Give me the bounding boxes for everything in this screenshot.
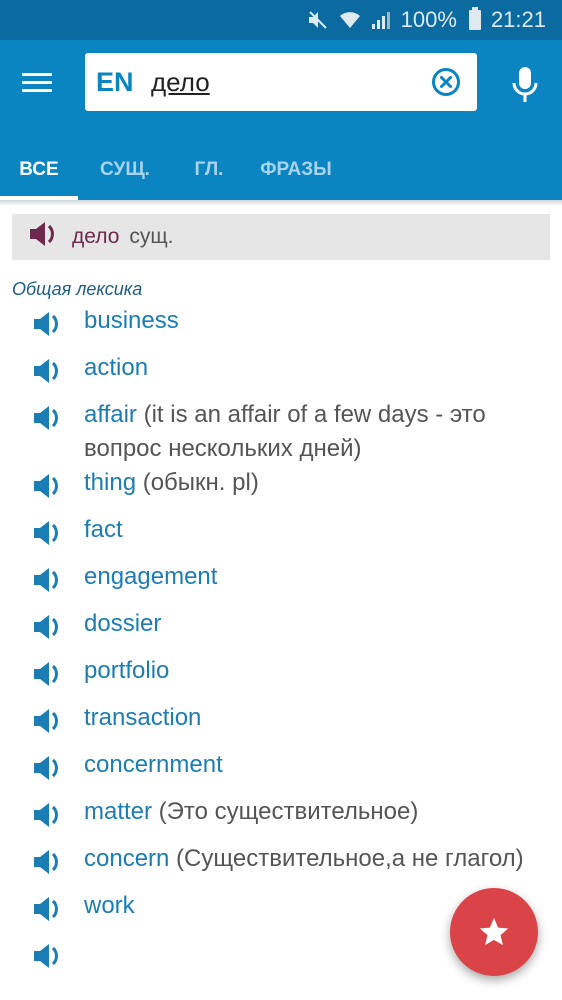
speaker-icon[interactable] [32, 357, 66, 395]
translation-item: action [0, 351, 562, 398]
translation-item: business [0, 304, 562, 351]
headword: дело [72, 225, 120, 248]
part-of-speech: сущ. [129, 225, 174, 248]
star-icon [479, 917, 509, 946]
hamburger-menu-icon[interactable] [22, 70, 54, 94]
speaker-icon[interactable] [32, 613, 66, 651]
translation-note: (Существительное,а не глагол) [169, 845, 524, 872]
favorite-button[interactable] [450, 888, 538, 976]
speaker-icon[interactable] [32, 707, 66, 745]
translation-text: action [84, 351, 524, 385]
translation-word[interactable]: concernment [84, 751, 223, 778]
search-box: EN [85, 53, 477, 111]
battery-icon [468, 7, 481, 30]
category-label: Общая лексика [12, 279, 143, 299]
speaker-icon[interactable] [32, 660, 66, 698]
speaker-icon[interactable] [32, 848, 66, 886]
translation-item: engagement [0, 560, 562, 607]
status-bar: 100% 21:21 [0, 0, 562, 40]
translation-word[interactable]: transaction [84, 704, 201, 731]
speaker-icon[interactable] [32, 942, 66, 980]
language-toggle[interactable]: EN [96, 67, 151, 98]
translation-word[interactable]: affair [84, 401, 137, 428]
clock: 21:21 [490, 7, 546, 32]
tab-nouns[interactable]: СУЩ. [78, 140, 172, 200]
translation-text: transaction [84, 701, 524, 735]
translation-text: concern (Существительное,а не глагол) [84, 842, 524, 876]
translation-text: affair (it is an affair of a few days - … [84, 398, 524, 466]
translation-item: portfolio [0, 654, 562, 701]
translation-list: business action affair (it is an affair of… [0, 304, 562, 983]
search-input[interactable] [151, 66, 421, 98]
translation-text: business [84, 304, 524, 338]
headword-row: дело сущ. [12, 214, 550, 260]
translation-word[interactable]: business [84, 307, 179, 334]
tab-all[interactable]: ВСЕ [0, 140, 78, 200]
translation-text: matter (Это существительное) [84, 795, 524, 829]
translation-word[interactable]: matter [84, 798, 152, 825]
translation-word[interactable]: concern [84, 845, 169, 872]
translation-text: concernment [84, 748, 524, 782]
translation-text: dossier [84, 607, 524, 641]
tab-phrases[interactable]: ФРАЗЫ [246, 140, 346, 200]
translation-item: affair (it is an affair of a few days - … [0, 398, 562, 466]
translation-word[interactable]: thing [84, 469, 136, 496]
translation-item: fact [0, 513, 562, 560]
translation-item: transaction [0, 701, 562, 748]
tab-bar: ВСЕ СУЩ. ГЛ. ФРАЗЫ [0, 140, 346, 200]
battery-percent: 100% [400, 7, 457, 32]
translation-note: (it is an affair of a few days - это воп… [84, 401, 486, 462]
translation-word[interactable]: action [84, 354, 148, 381]
translation-item: matter (Это существительное) [0, 795, 562, 842]
translation-text: fact [84, 513, 524, 547]
translation-text: thing (обыкн. pl) [84, 466, 524, 500]
speaker-icon[interactable] [32, 754, 66, 792]
translation-item: concernment [0, 748, 562, 795]
translation-item: thing (обыкн. pl) [0, 466, 562, 513]
app-bar-shadow [0, 200, 562, 206]
app-bar: EN ВСЕ СУЩ. ГЛ. ФРАЗЫ [0, 40, 562, 200]
speaker-icon[interactable] [32, 519, 66, 557]
translation-note: (обыкн. pl) [136, 469, 259, 496]
translation-item: concern (Существительное,а не глагол) [0, 842, 562, 889]
microphone-icon[interactable] [510, 65, 540, 105]
speaker-icon[interactable] [32, 310, 66, 348]
translation-word[interactable]: portfolio [84, 657, 169, 684]
translation-word[interactable]: work [84, 892, 135, 919]
mute-icon [307, 10, 329, 30]
translation-word[interactable]: engagement [84, 563, 217, 590]
translation-text: portfolio [84, 654, 524, 688]
speaker-icon[interactable] [28, 220, 58, 254]
speaker-icon[interactable] [32, 404, 66, 442]
signal-icon [371, 10, 391, 30]
translation-note: (Это существительное) [152, 798, 419, 825]
tab-verbs[interactable]: ГЛ. [172, 140, 246, 200]
translation-word[interactable]: dossier [84, 610, 161, 637]
speaker-icon[interactable] [32, 895, 66, 933]
speaker-icon[interactable] [32, 472, 66, 510]
translation-item: dossier [0, 607, 562, 654]
wifi-icon [339, 10, 361, 30]
translation-text: engagement [84, 560, 524, 594]
clear-circle-icon[interactable] [431, 67, 461, 97]
speaker-icon[interactable] [32, 801, 66, 839]
speaker-icon[interactable] [32, 566, 66, 604]
translation-word[interactable]: fact [84, 516, 123, 543]
